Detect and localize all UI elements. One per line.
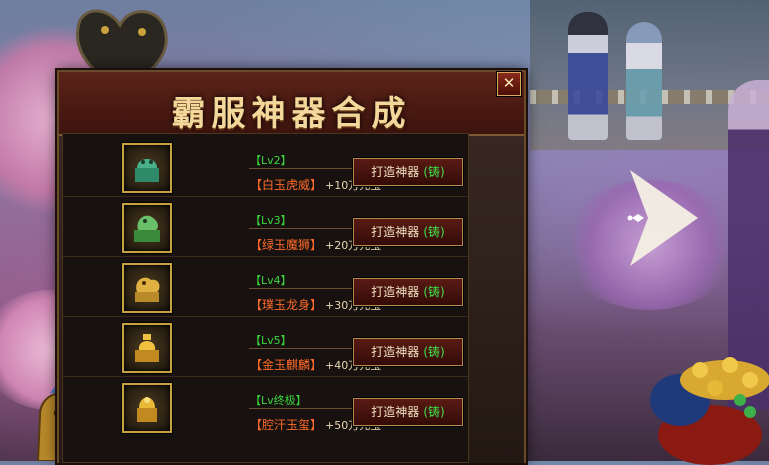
item-level: 【Lv3】 bbox=[250, 214, 292, 227]
dialog-title-bar: 霸服神器合成 bbox=[59, 72, 524, 136]
golden-qilin-seal-icon bbox=[122, 323, 172, 373]
forge-artifact-button[interactable]: 打造神器 (铸) bbox=[353, 278, 463, 306]
item-level: 【Lv5】 bbox=[250, 334, 292, 347]
treasure-bag-icon bbox=[650, 357, 769, 465]
forge-artifact-button[interactable]: 打造神器 (铸) bbox=[353, 158, 463, 186]
item-name: 【白玉虎威】 bbox=[250, 178, 323, 192]
artifact-list: 【Lv2】 【白玉虎威】 +10万元宝 打造神器(铸) 【Lv3】 【绿玉魔狮】… bbox=[62, 133, 469, 463]
next-arrow-icon[interactable] bbox=[626, 168, 700, 268]
list-item: 【Lv终极】 【腔汗玉玺】 +50万元宝 打造神器(铸) bbox=[63, 378, 468, 436]
forge-artifact-button[interactable]: 打造神器 (铸) bbox=[353, 218, 463, 246]
item-name: 【金玉麒麟】 bbox=[250, 358, 323, 372]
imperial-seal-icon bbox=[122, 383, 172, 433]
list-item: 【Lv3】 【绿玉魔狮】 +20万元宝 打造神器(铸) bbox=[63, 198, 468, 257]
forge-artifact-button[interactable]: 打造神器 (铸) bbox=[353, 398, 463, 426]
forge-artifact-button[interactable]: 打造神器 (铸) bbox=[353, 338, 463, 366]
jade-tiger-seal-icon bbox=[122, 143, 172, 193]
item-name: 【腔汗玉玺】 bbox=[250, 418, 323, 432]
green-lion-seal-icon bbox=[122, 203, 172, 253]
item-level: 【Lv终极】 bbox=[250, 394, 307, 407]
dragon-seal-icon bbox=[122, 263, 172, 313]
mage-character bbox=[626, 22, 662, 140]
warrior-character bbox=[568, 12, 608, 140]
item-name: 【绿玉魔狮】 bbox=[250, 238, 323, 252]
close-button[interactable]: ✕ bbox=[497, 72, 521, 96]
item-level: 【Lv4】 bbox=[250, 274, 292, 287]
list-item: 【Lv2】 【白玉虎威】 +10万元宝 打造神器(铸) bbox=[63, 138, 468, 197]
item-name: 【璞玉龙身】 bbox=[250, 298, 323, 312]
dialog-title: 霸服神器合成 bbox=[171, 94, 412, 134]
item-level: 【Lv2】 bbox=[250, 154, 292, 167]
list-item: 【Lv4】 【璞玉龙身】 +30万元宝 打造神器(铸) bbox=[63, 258, 468, 317]
list-item: 【Lv5】 【金玉麒麟】 +40万元宝 打造神器(铸) bbox=[63, 318, 468, 377]
